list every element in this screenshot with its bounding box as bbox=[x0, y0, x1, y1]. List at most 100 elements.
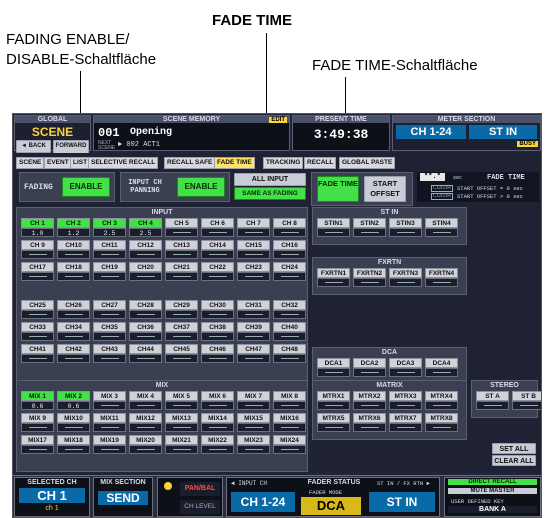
channel-fade-value[interactable] bbox=[273, 228, 306, 237]
channel-fade-value[interactable] bbox=[165, 250, 198, 259]
channel-fade-value[interactable] bbox=[425, 278, 458, 287]
channel-cell[interactable]: CH34 bbox=[57, 322, 90, 342]
fade-time-button[interactable]: FADE TIME bbox=[317, 176, 359, 202]
bank-indicator[interactable]: BANK A bbox=[448, 506, 537, 513]
channel-fade-value[interactable] bbox=[57, 423, 90, 432]
fader-ch-range-button[interactable]: CH 1-24 bbox=[231, 492, 295, 512]
channel-fade-value[interactable] bbox=[389, 278, 422, 287]
channel-fade-value[interactable] bbox=[201, 310, 234, 319]
channel-cell[interactable]: CH28 bbox=[129, 300, 162, 320]
meter-ch-button[interactable]: CH 1-24 bbox=[396, 125, 466, 139]
channel-fade-value[interactable] bbox=[21, 310, 54, 319]
channel-fade-value[interactable] bbox=[129, 354, 162, 363]
channel-cell[interactable]: STIN4 bbox=[425, 218, 458, 238]
channel-fade-value[interactable]: 2.5 bbox=[129, 228, 162, 237]
channel-fade-value[interactable] bbox=[237, 445, 270, 454]
direct-recall-indicator[interactable]: DIRECT RECALL bbox=[448, 479, 537, 485]
tab-recall-safe[interactable]: RECALL SAFE bbox=[164, 157, 216, 169]
channel-fade-value[interactable] bbox=[165, 354, 198, 363]
channel-cell[interactable]: CH43 bbox=[93, 344, 126, 364]
channel-cell[interactable]: MIX23 bbox=[237, 435, 270, 455]
channel-cell[interactable]: FXRTN1 bbox=[317, 268, 350, 288]
channel-fade-value[interactable] bbox=[93, 310, 126, 319]
channel-cell[interactable]: CH35 bbox=[93, 322, 126, 342]
selected-ch-value[interactable]: CH 1 bbox=[19, 488, 85, 503]
channel-fade-value[interactable] bbox=[237, 332, 270, 341]
channel-fade-value[interactable] bbox=[389, 368, 422, 377]
channel-cell[interactable]: MIX13 bbox=[165, 413, 198, 433]
channel-cell[interactable]: MTRX6 bbox=[353, 413, 386, 433]
channel-cell[interactable]: CH21 bbox=[165, 262, 198, 282]
channel-fade-value[interactable] bbox=[476, 401, 509, 410]
channel-fade-value[interactable] bbox=[273, 401, 306, 410]
channel-fade-value[interactable] bbox=[21, 423, 54, 432]
panning-enable-button[interactable]: ENABLE bbox=[177, 177, 225, 197]
channel-fade-value[interactable] bbox=[129, 445, 162, 454]
channel-fade-value[interactable] bbox=[93, 423, 126, 432]
channel-cell[interactable]: MIX15 bbox=[237, 413, 270, 433]
channel-fade-value[interactable] bbox=[353, 401, 386, 410]
channel-cell[interactable]: STIN1 bbox=[317, 218, 350, 238]
channel-fade-value[interactable] bbox=[21, 445, 54, 454]
channel-cell[interactable]: MIX12 bbox=[129, 413, 162, 433]
channel-cell[interactable]: CH14 bbox=[201, 240, 234, 260]
channel-cell[interactable]: CH11 bbox=[93, 240, 126, 260]
channel-fade-value[interactable] bbox=[425, 401, 458, 410]
channel-cell[interactable]: MTRX8 bbox=[425, 413, 458, 433]
channel-fade-value[interactable] bbox=[273, 272, 306, 281]
channel-cell[interactable]: DCA1 bbox=[317, 358, 350, 378]
channel-fade-value[interactable]: 0.6 bbox=[57, 401, 90, 410]
channel-fade-value[interactable] bbox=[389, 423, 422, 432]
channel-cell[interactable]: ST A bbox=[476, 391, 509, 411]
channel-cell[interactable]: CH10 bbox=[57, 240, 90, 260]
channel-cell[interactable]: MIX 8 bbox=[273, 391, 306, 411]
channel-cell[interactable]: DCA3 bbox=[389, 358, 422, 378]
channel-fade-value[interactable] bbox=[425, 423, 458, 432]
channel-fade-value[interactable] bbox=[273, 310, 306, 319]
channel-cell[interactable]: MIX10 bbox=[57, 413, 90, 433]
channel-cell[interactable]: CH 8 bbox=[273, 218, 306, 238]
channel-fade-value[interactable] bbox=[129, 401, 162, 410]
channel-fade-value[interactable] bbox=[201, 272, 234, 281]
channel-fade-value[interactable] bbox=[93, 272, 126, 281]
ch-level-button[interactable]: CH LEVEL bbox=[180, 500, 220, 514]
channel-fade-value[interactable] bbox=[273, 250, 306, 259]
channel-fade-value[interactable]: 1.2 bbox=[57, 228, 90, 237]
tab-recall[interactable]: RECALL bbox=[304, 157, 337, 169]
channel-cell[interactable]: CH47 bbox=[237, 344, 270, 364]
channel-fade-value[interactable] bbox=[273, 332, 306, 341]
channel-fade-value[interactable] bbox=[353, 423, 386, 432]
channel-cell[interactable]: CH30 bbox=[201, 300, 234, 320]
channel-cell[interactable]: CH25 bbox=[21, 300, 54, 320]
channel-cell[interactable]: CH 4 2.5 bbox=[129, 218, 162, 238]
channel-cell[interactable]: FXRTN3 bbox=[389, 268, 422, 288]
channel-cell[interactable]: MTRX2 bbox=[353, 391, 386, 411]
channel-cell[interactable]: MIX 1 0.6 bbox=[21, 391, 54, 411]
channel-fade-value[interactable] bbox=[317, 228, 350, 237]
mute-master-button[interactable]: MUTE MASTER bbox=[448, 488, 537, 494]
channel-fade-value[interactable] bbox=[425, 368, 458, 377]
back-button[interactable]: ◄ BACK bbox=[16, 140, 51, 153]
fading-enable-button[interactable]: ENABLE bbox=[62, 177, 110, 197]
channel-cell[interactable]: CH 2 1.2 bbox=[57, 218, 90, 238]
tab-global-paste[interactable]: GLOBAL PASTE bbox=[339, 157, 396, 169]
meter-stin-button[interactable]: ST IN bbox=[469, 125, 537, 139]
channel-fade-value[interactable] bbox=[93, 250, 126, 259]
channel-fade-value[interactable] bbox=[165, 310, 198, 319]
channel-cell[interactable]: MIX11 bbox=[93, 413, 126, 433]
channel-cell[interactable]: CH42 bbox=[57, 344, 90, 364]
channel-fade-value[interactable] bbox=[317, 401, 350, 410]
channel-cell[interactable]: MIX 6 bbox=[201, 391, 234, 411]
channel-cell[interactable]: MIX 7 bbox=[237, 391, 270, 411]
channel-fade-value[interactable] bbox=[317, 423, 350, 432]
channel-cell[interactable]: CH38 bbox=[201, 322, 234, 342]
channel-fade-value[interactable] bbox=[389, 228, 422, 237]
channel-fade-value[interactable] bbox=[129, 250, 162, 259]
channel-cell[interactable]: STIN2 bbox=[353, 218, 386, 238]
channel-fade-value[interactable]: 0.6 bbox=[21, 401, 54, 410]
channel-cell[interactable]: CH40 bbox=[273, 322, 306, 342]
channel-cell[interactable]: FXRTN2 bbox=[353, 268, 386, 288]
channel-fade-value[interactable] bbox=[21, 250, 54, 259]
channel-fade-value[interactable] bbox=[129, 310, 162, 319]
channel-cell[interactable]: MIX 9 bbox=[21, 413, 54, 433]
